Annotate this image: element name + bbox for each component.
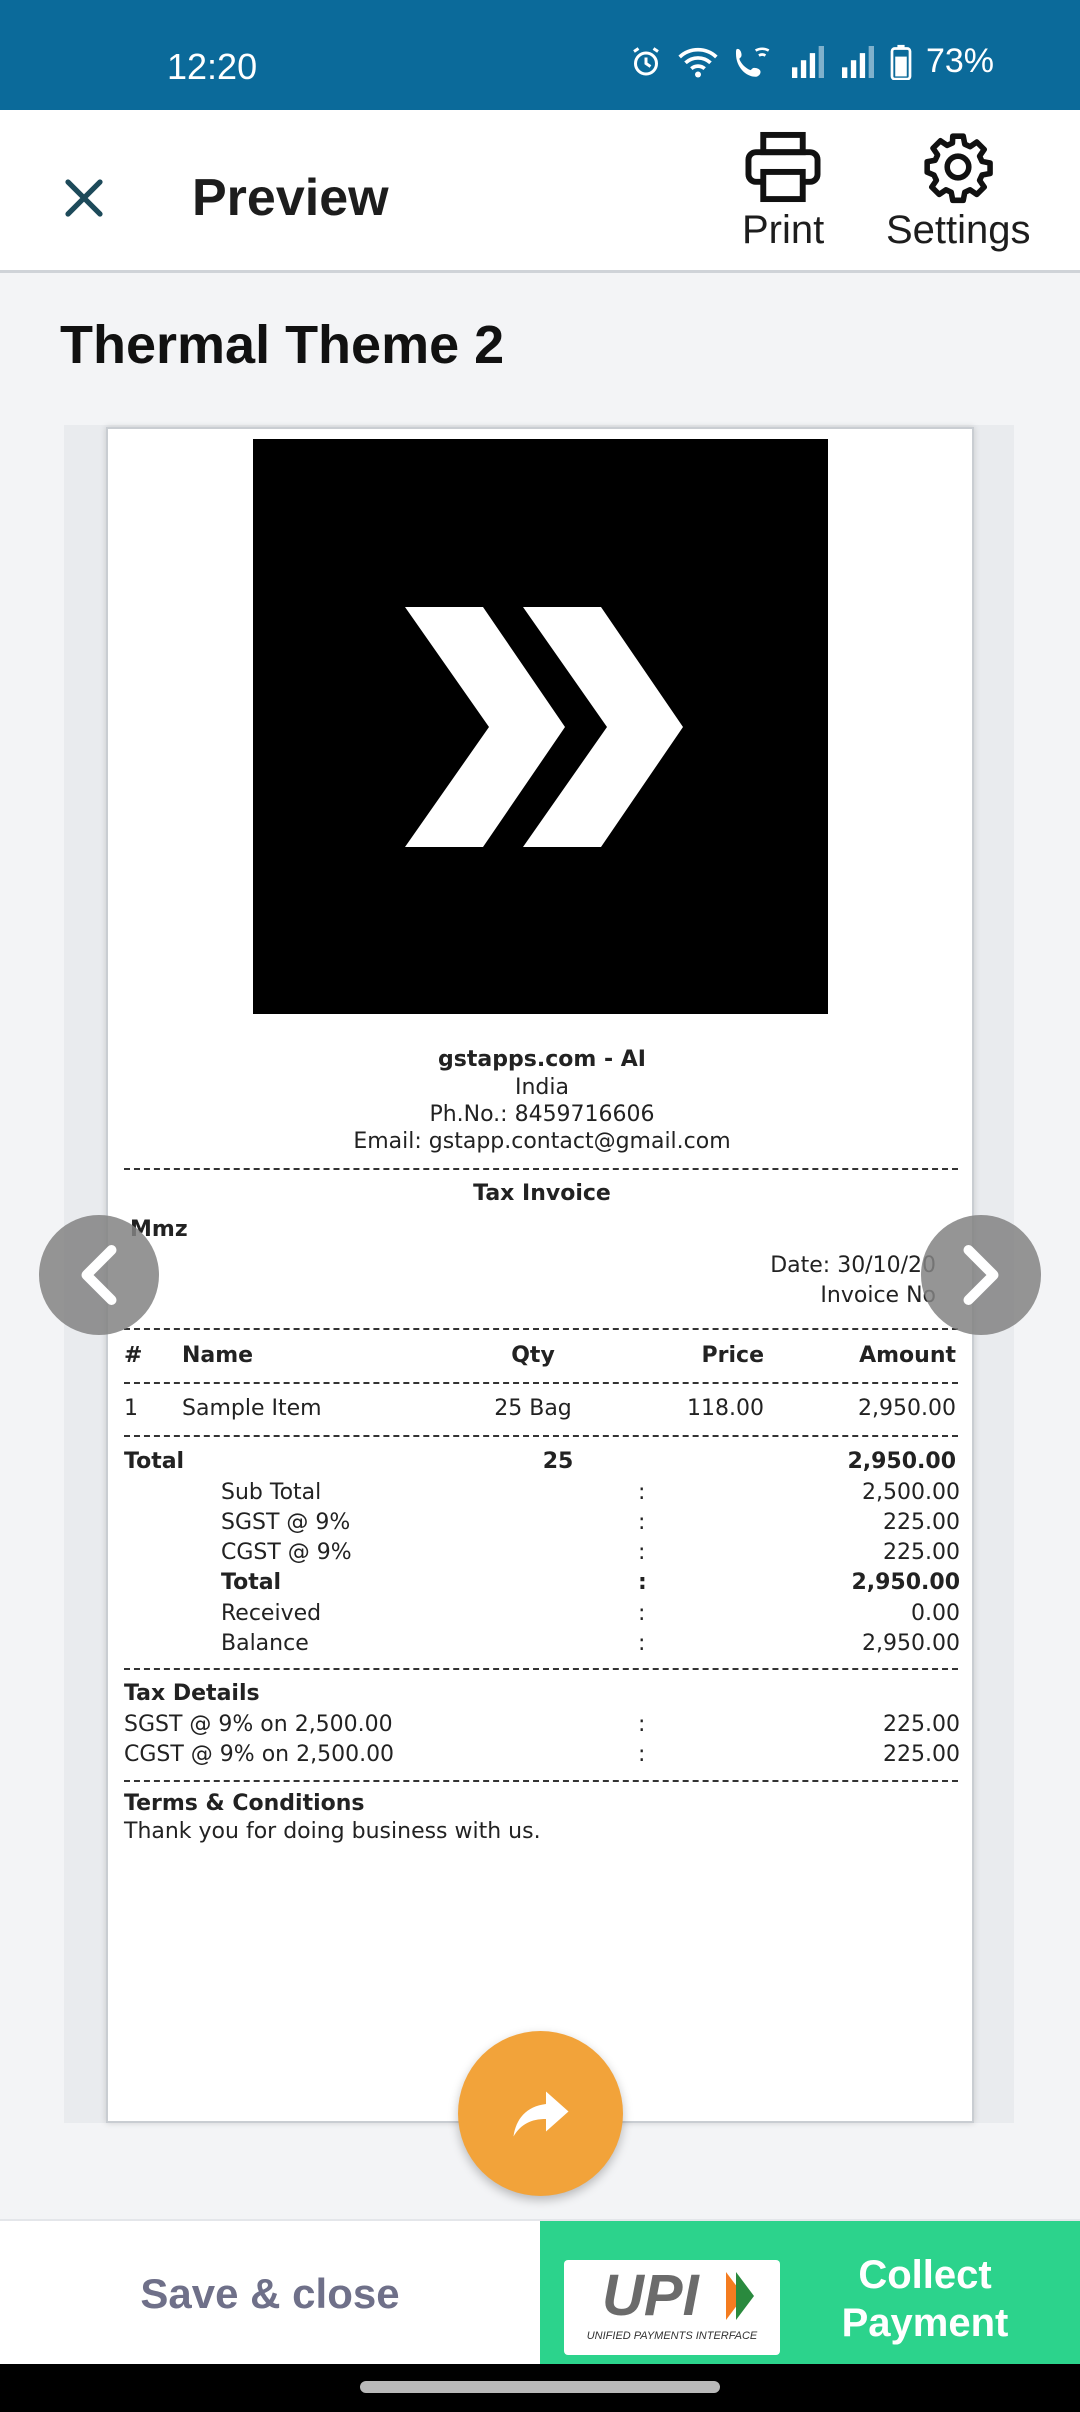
page-title: Preview — [192, 169, 389, 227]
summary-value: 0.00 — [911, 1601, 960, 1626]
theme-title: Thermal Theme 2 — [60, 315, 505, 375]
signal-icon — [840, 45, 876, 78]
print-label: Print — [742, 208, 825, 252]
status-bar: 12:20 73% — [0, 0, 1080, 110]
battery-percent: 73% — [925, 42, 994, 80]
item-num: 1 — [124, 1396, 138, 1421]
summary-row: Balance : 2,950.00 — [108, 1631, 976, 1661]
summary-colon: : — [638, 1540, 646, 1565]
item-amount: 2,950.00 — [858, 1396, 956, 1421]
total-label: Total — [124, 1449, 185, 1474]
summary-value: 2,950.00 — [851, 1570, 960, 1595]
summary-colon: : — [638, 1570, 647, 1595]
home-gesture-handle[interactable] — [360, 2381, 720, 2393]
save-close-button[interactable]: Save & close — [0, 2221, 540, 2366]
business-phone: Ph.No.: 8459716606 — [429, 1102, 655, 1127]
summary-row: CGST @ 9% : 225.00 — [108, 1540, 976, 1570]
close-button[interactable] — [44, 158, 124, 238]
print-button[interactable]: Print — [742, 130, 824, 253]
summary-colon: : — [638, 1510, 646, 1535]
divider — [124, 1780, 958, 1782]
settings-button[interactable]: Settings — [886, 130, 1031, 253]
item-qty: 25 Bag — [494, 1396, 572, 1421]
next-theme-button[interactable] — [921, 1215, 1041, 1335]
summary-value: 225.00 — [883, 1510, 960, 1535]
column-header-price: Price — [701, 1343, 764, 1368]
signal-icon — [790, 45, 826, 78]
share-button[interactable] — [458, 2031, 623, 2196]
summary-colon: : — [638, 1601, 646, 1626]
tax-details-heading: Tax Details — [124, 1681, 260, 1706]
business-country: India — [515, 1075, 569, 1100]
total-amount: 2,950.00 — [847, 1449, 956, 1474]
close-icon — [65, 179, 103, 217]
invoice-number: Invoice No — [820, 1283, 936, 1308]
column-header-amount: Amount — [859, 1343, 956, 1368]
collect-label-line1: Collect — [858, 2253, 992, 2297]
collect-payment-label: Collect Payment — [790, 2251, 1060, 2347]
item-name: Sample Item — [182, 1396, 322, 1421]
battery-icon — [890, 44, 912, 80]
divider — [124, 1435, 958, 1437]
column-header-name: Name — [182, 1343, 254, 1368]
summary-row: Received : 0.00 — [108, 1601, 976, 1631]
invoice-date: Date: 30/10/20 — [770, 1253, 936, 1278]
upi-caption: UNIFIED PAYMENTS INTERFACE — [586, 2330, 758, 2342]
system-nav-bar — [0, 2364, 1080, 2412]
status-icons: 73% — [628, 42, 994, 81]
summary-row: Sub Total : 2,500.00 — [108, 1480, 976, 1510]
invoice-title: Tax Invoice — [473, 1181, 611, 1206]
collect-payment-button[interactable]: UPI UNIFIED PAYMENTS INTERFACE Collect P… — [540, 2221, 1080, 2366]
tax-value: 225.00 — [883, 1742, 960, 1767]
upi-logo: UPI UNIFIED PAYMENTS INTERFACE — [564, 2260, 780, 2355]
terms-text: Thank you for doing business with us. — [124, 1819, 541, 1844]
summary-label: Total — [221, 1570, 282, 1595]
gear-icon — [924, 133, 994, 204]
summary-colon: : — [638, 1631, 646, 1656]
summary-label: Received — [221, 1601, 322, 1626]
divider — [124, 1328, 958, 1330]
svg-text:UPI: UPI — [602, 2263, 701, 2328]
column-header-num: # — [124, 1343, 143, 1368]
tax-label: SGST @ 9% on 2,500.00 — [124, 1712, 393, 1737]
alarm-icon — [628, 44, 664, 80]
settings-label: Settings — [886, 208, 1031, 252]
tax-value: 225.00 — [883, 1712, 960, 1737]
collect-label-line2: Payment — [841, 2301, 1009, 2345]
previous-theme-button[interactable] — [39, 1215, 159, 1335]
status-time: 12:20 — [167, 46, 258, 87]
summary-label: Balance — [221, 1631, 309, 1656]
summary-label: SGST @ 9% — [221, 1510, 351, 1535]
summary-row: SGST @ 9% : 225.00 — [108, 1510, 976, 1540]
app-bar: Preview Print Settings — [0, 110, 1080, 273]
summary-label: CGST @ 9% — [221, 1540, 352, 1565]
divider — [124, 1382, 958, 1384]
summary-row-total: Total : 2,950.00 — [108, 1570, 976, 1600]
summary-value: 2,950.00 — [862, 1631, 960, 1656]
wifi-calling-icon — [732, 44, 776, 80]
summary-label: Sub Total — [221, 1480, 322, 1505]
share-icon — [513, 2091, 568, 2136]
tax-colon: : — [638, 1742, 646, 1767]
terms-heading: Terms & Conditions — [124, 1791, 365, 1816]
summary-value: 2,500.00 — [862, 1480, 960, 1505]
chevron-left-icon — [81, 1245, 117, 1305]
total-qty: 25 — [542, 1449, 574, 1474]
business-email: Email: gstapp.contact@gmail.com — [353, 1129, 731, 1154]
chevron-right-icon — [963, 1245, 999, 1305]
wifi-icon — [678, 44, 718, 80]
invoice-preview: gstapps.com - AI India Ph.No.: 845971660… — [106, 427, 974, 2123]
column-header-qty: Qty — [511, 1343, 555, 1368]
divider — [124, 1668, 958, 1670]
summary-colon: : — [638, 1480, 646, 1505]
business-logo — [253, 439, 828, 1014]
divider — [124, 1168, 958, 1170]
summary-value: 225.00 — [883, 1540, 960, 1565]
business-name: gstapps.com - AI — [438, 1047, 646, 1072]
tax-colon: : — [638, 1712, 646, 1737]
tax-label: CGST @ 9% on 2,500.00 — [124, 1742, 395, 1767]
printer-icon — [745, 131, 821, 203]
bottom-action-bar: Save & close UPI UNIFIED PAYMENTS INTERF… — [0, 2219, 1080, 2366]
item-price: 118.00 — [687, 1396, 764, 1421]
